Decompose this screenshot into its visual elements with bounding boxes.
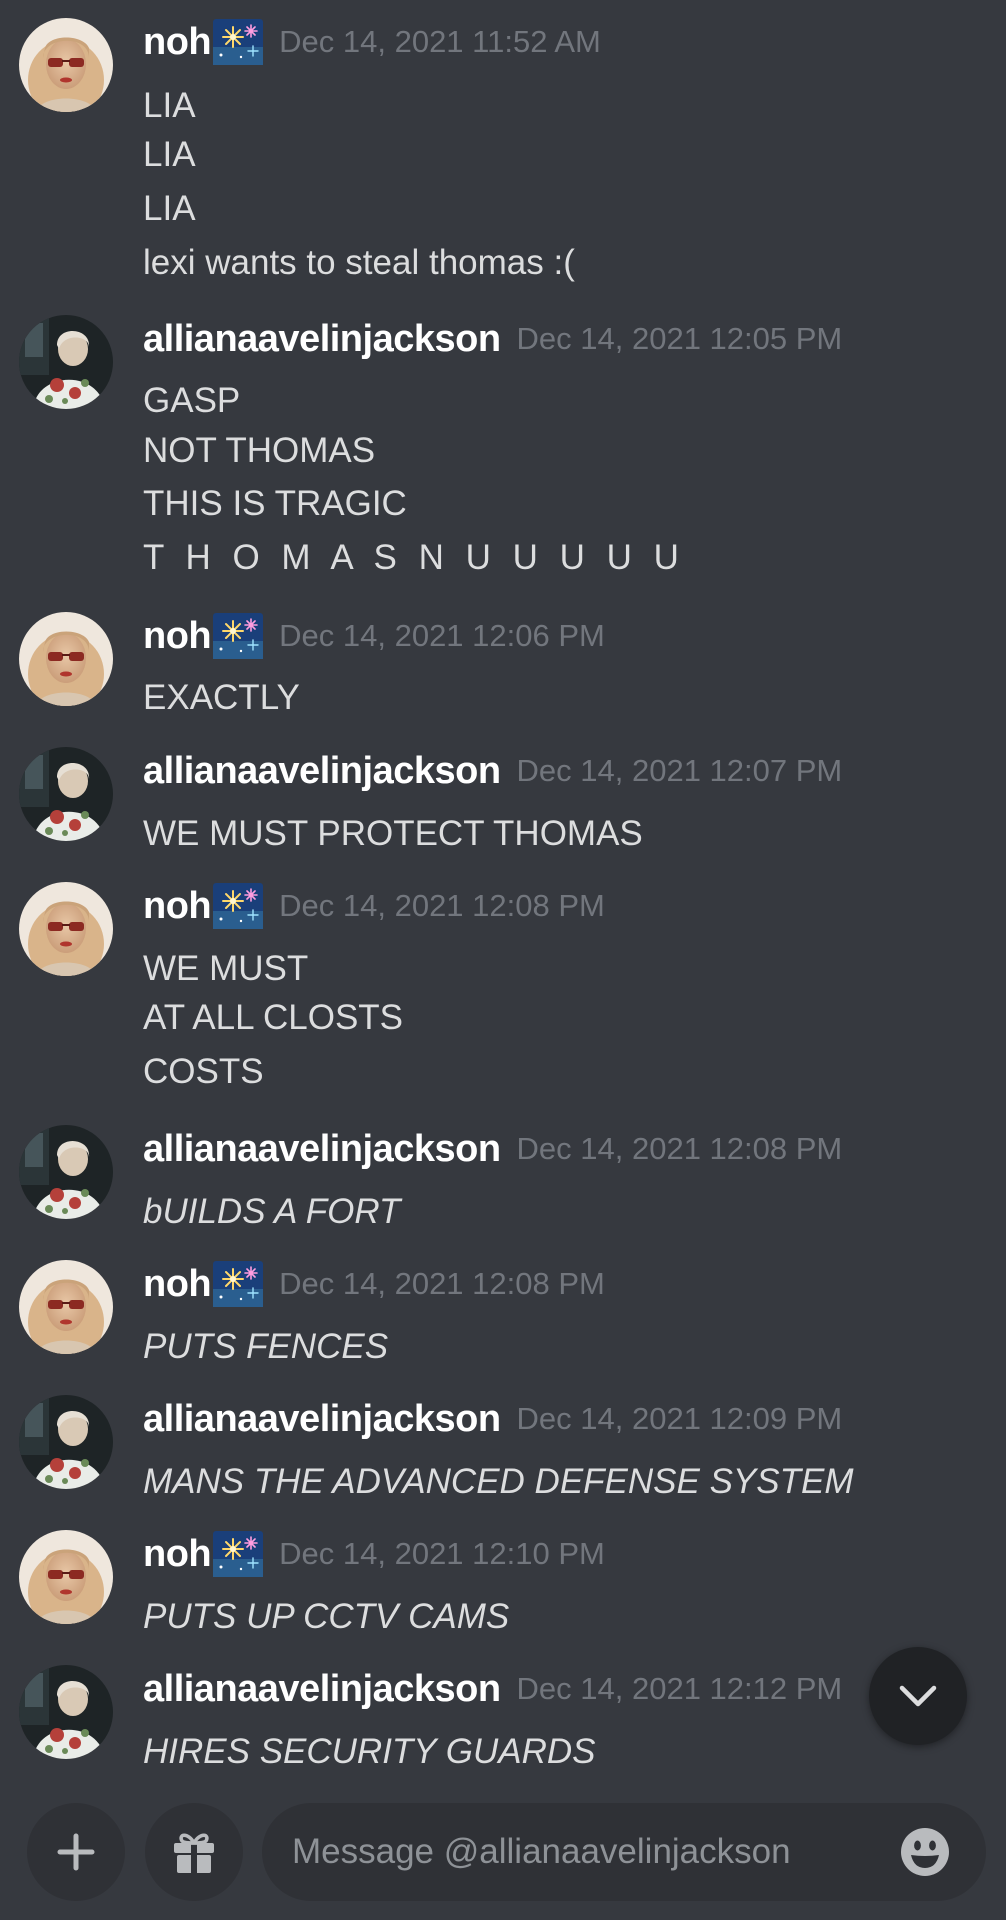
message-header: allianaavelinjackson Dec 14, 2021 12:07 … <box>143 745 842 797</box>
timestamp: Dec 14, 2021 12:12 PM <box>516 1671 843 1706</box>
message-text: NOT THOMAS <box>143 431 376 470</box>
username[interactable]: noh <box>143 21 212 64</box>
plus-icon <box>57 1833 95 1871</box>
avatar[interactable] <box>19 1395 113 1489</box>
message-input[interactable] <box>292 1803 852 1901</box>
message-text: T H O M A S N U U U U U <box>143 538 685 577</box>
username[interactable]: noh <box>143 615 212 658</box>
message-text: PUTS UP CCTV CAMS <box>143 1597 510 1636</box>
message-text: WE MUST PROTECT THOMAS <box>143 814 643 853</box>
attach-button[interactable] <box>27 1803 125 1901</box>
username[interactable]: allianaavelinjackson <box>143 1398 501 1441</box>
username[interactable]: allianaavelinjackson <box>143 1128 501 1171</box>
username[interactable]: noh <box>143 1533 212 1576</box>
message-header: allianaavelinjackson Dec 14, 2021 12:08 … <box>143 1123 842 1175</box>
fireworks-icon <box>213 1531 264 1577</box>
emoji-picker-button[interactable] <box>900 1827 950 1877</box>
avatar[interactable] <box>19 882 113 976</box>
message-header: noh Dec 14, 2021 12:06 PM <box>143 610 605 662</box>
timestamp: Dec 14, 2021 11:52 AM <box>279 24 601 59</box>
gift-button[interactable] <box>145 1803 243 1901</box>
message-text: LIA <box>143 135 196 174</box>
avatar[interactable] <box>19 1125 113 1219</box>
fireworks-icon <box>213 613 264 659</box>
avatar[interactable] <box>19 18 113 112</box>
timestamp: Dec 14, 2021 12:10 PM <box>279 1536 605 1571</box>
timestamp: Dec 14, 2021 12:07 PM <box>516 753 843 788</box>
avatar[interactable] <box>19 612 113 706</box>
message-header: allianaavelinjackson Dec 14, 2021 12:05 … <box>143 313 842 365</box>
timestamp: Dec 14, 2021 12:05 PM <box>516 321 843 356</box>
timestamp: Dec 14, 2021 12:08 PM <box>279 1266 605 1301</box>
username[interactable]: noh <box>143 885 212 928</box>
chevron-down-icon <box>899 1685 937 1707</box>
timestamp: Dec 14, 2021 12:06 PM <box>279 618 605 653</box>
username[interactable]: allianaavelinjackson <box>143 318 501 361</box>
message-text: LIA <box>143 189 196 228</box>
message-text: COSTS <box>143 1052 264 1091</box>
message-text: LIA <box>143 86 196 125</box>
fireworks-icon <box>213 1261 264 1307</box>
message-list[interactable]: noh Dec 14, 2021 11:52 AM LIA LIA LIA le… <box>0 0 1006 1790</box>
jump-to-latest-button[interactable] <box>869 1647 967 1745</box>
fireworks-icon <box>213 19 264 65</box>
message-text: lexi wants to steal thomas :( <box>143 243 575 282</box>
avatar[interactable] <box>19 1260 113 1354</box>
message-text: HIRES SECURITY GUARDS <box>143 1732 596 1771</box>
message-header: noh Dec 14, 2021 12:08 PM <box>143 880 605 932</box>
fireworks-icon <box>213 883 264 929</box>
smiley-icon <box>901 1828 949 1876</box>
message-text: PUTS FENCES <box>143 1327 389 1366</box>
avatar[interactable] <box>19 315 113 409</box>
avatar[interactable] <box>19 1665 113 1759</box>
message-text: bUILDS A FORT <box>143 1192 401 1231</box>
message-input-container <box>262 1803 986 1901</box>
message-text: THIS IS TRAGIC <box>143 484 407 523</box>
message-text: MANS THE ADVANCED DEFENSE SYSTEM <box>143 1462 854 1501</box>
timestamp: Dec 14, 2021 12:09 PM <box>516 1401 843 1436</box>
message-text: AT ALL CLOSTS <box>143 998 404 1037</box>
message-header: noh Dec 14, 2021 12:08 PM <box>143 1258 605 1310</box>
gift-icon <box>174 1833 214 1873</box>
username[interactable]: allianaavelinjackson <box>143 1668 501 1711</box>
avatar[interactable] <box>19 747 113 841</box>
message-composer <box>0 1790 1006 1920</box>
message-header: noh Dec 14, 2021 12:10 PM <box>143 1528 605 1580</box>
message-header: noh Dec 14, 2021 11:52 AM <box>143 16 601 68</box>
message-text: WE MUST <box>143 949 309 988</box>
username[interactable]: noh <box>143 1263 212 1306</box>
timestamp: Dec 14, 2021 12:08 PM <box>516 1131 843 1166</box>
message-header: allianaavelinjackson Dec 14, 2021 12:09 … <box>143 1393 842 1445</box>
timestamp: Dec 14, 2021 12:08 PM <box>279 888 605 923</box>
username[interactable]: allianaavelinjackson <box>143 750 501 793</box>
message-text: EXACTLY <box>143 678 300 717</box>
message-text: GASP <box>143 381 241 420</box>
message-header: allianaavelinjackson Dec 14, 2021 12:12 … <box>143 1663 842 1715</box>
avatar[interactable] <box>19 1530 113 1624</box>
